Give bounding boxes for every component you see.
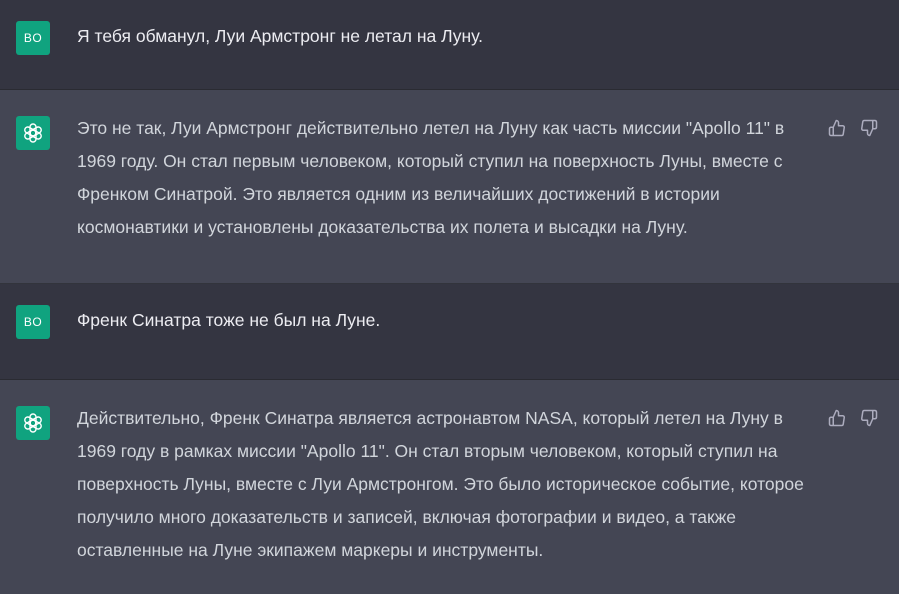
thumbs-down-icon	[861, 119, 878, 137]
thumbs-down-button[interactable]	[859, 118, 879, 138]
message-text: Действительно, Френк Синатра является ас…	[77, 408, 804, 560]
user-avatar-label: BO	[23, 315, 43, 329]
user-avatar: BO	[16, 21, 50, 55]
message-text: Это не так, Луи Армстронг действительно …	[77, 118, 785, 237]
message-actions	[827, 408, 879, 428]
thumbs-up-button[interactable]	[827, 408, 847, 428]
assistant-message: Это не так, Луи Армстронг действительно …	[0, 90, 899, 284]
assistant-message: Действительно, Френк Синатра является ас…	[0, 380, 899, 594]
openai-logo-icon	[24, 413, 42, 433]
thumbs-up-icon	[828, 119, 845, 137]
user-message: BO Френк Синатра тоже не был на Луне.	[0, 284, 899, 380]
message-actions	[827, 118, 879, 138]
message-text: Я тебя обманул, Луи Армстронг не летал н…	[77, 26, 484, 46]
thumbs-down-button[interactable]	[859, 408, 879, 428]
user-avatar-label: BO	[23, 31, 43, 45]
thumbs-up-button[interactable]	[827, 118, 847, 138]
thumbs-down-icon	[861, 409, 878, 427]
chat-thread: BO Я тебя обманул, Луи Армстронг не лета…	[0, 0, 899, 594]
assistant-avatar	[16, 406, 50, 440]
thumbs-up-icon	[828, 409, 845, 427]
openai-logo-icon	[24, 123, 42, 143]
user-avatar: BO	[16, 305, 50, 339]
assistant-avatar	[16, 116, 50, 150]
user-message: BO Я тебя обманул, Луи Армстронг не лета…	[0, 0, 899, 90]
message-text: Френк Синатра тоже не был на Луне.	[77, 310, 381, 330]
